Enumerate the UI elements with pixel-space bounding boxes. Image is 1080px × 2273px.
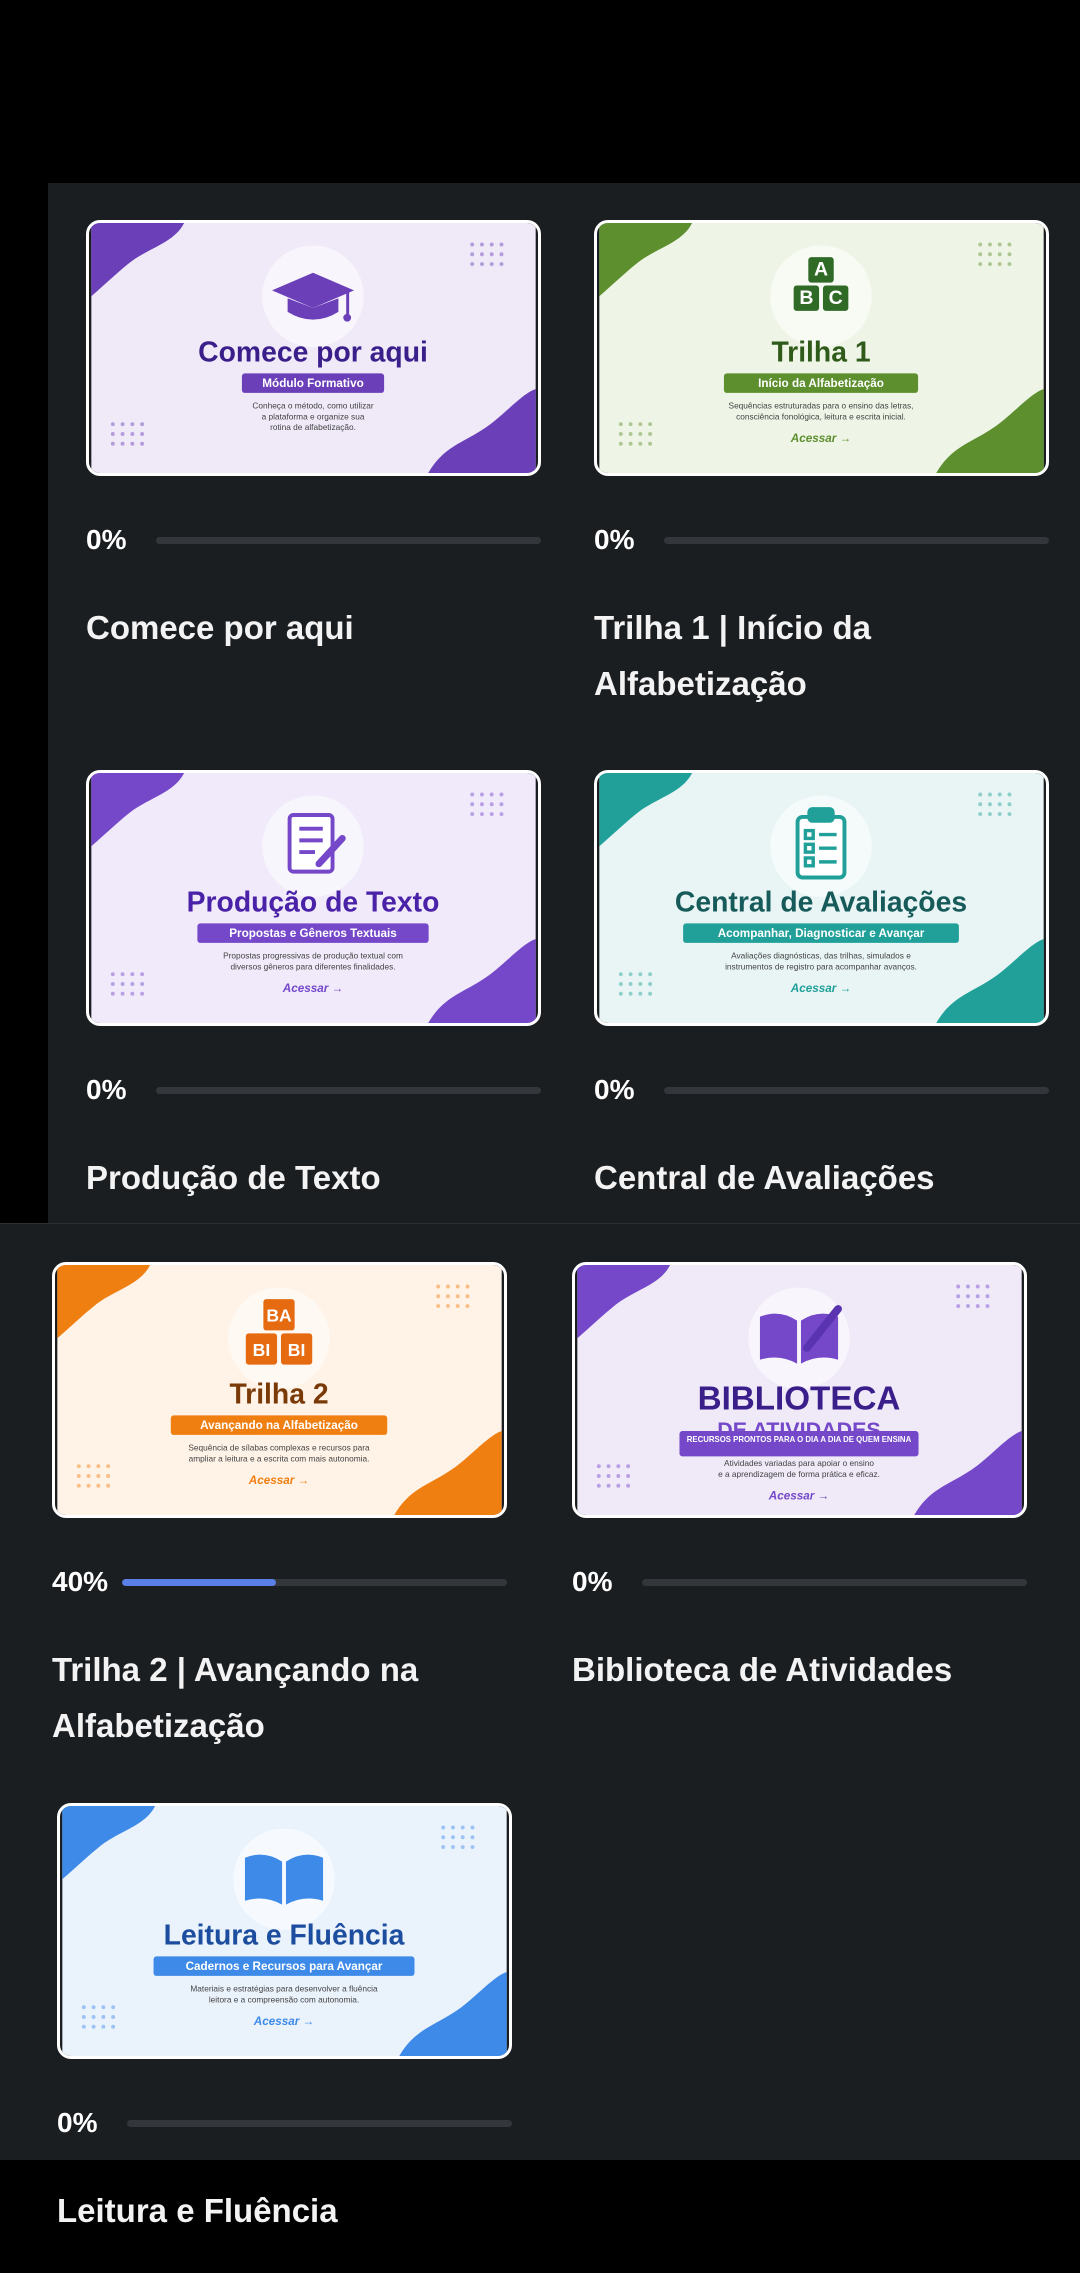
course-card[interactable]: Leitura e Fluência Cadernos e Recursos pa… (57, 1803, 512, 2273)
course-card[interactable]: BA BI BI Trilha 2 Avançando na Alfabetização… (52, 1262, 507, 1744)
progress-bar (156, 536, 541, 544)
thumb-heading: Leitura e Fluência (164, 1920, 405, 1952)
thumb-badge: RECURSOS PRONTOS PARA O DIA A DIA DE QUE… (687, 1435, 912, 1444)
svg-text:BI: BI (288, 1340, 306, 1360)
svg-text:BI: BI (253, 1340, 271, 1360)
thumb-badge: Início da Alfabetização (758, 377, 884, 390)
progress-bar (664, 1086, 1049, 1094)
thumb-heading: Comece por aqui (198, 337, 428, 369)
progress-bar (122, 1578, 507, 1586)
svg-text:B: B (799, 287, 813, 309)
thumb-description: diversos gêneros para diferentes finalid… (230, 961, 395, 971)
thumb-heading: Central de Avaliações (675, 887, 967, 919)
course-title[interactable]: Central de Avaliações (594, 1150, 1049, 1206)
course-title[interactable]: Trilha 2 | Avançando na Alfabetização (52, 1642, 507, 1754)
thumb-badge: Acompanhar, Diagnosticar e Avançar (718, 927, 925, 940)
progress-row: 0% (86, 1070, 541, 1110)
thumb-description: rotina de alfabetização. (270, 422, 356, 432)
progress-percent: 0% (86, 524, 127, 555)
progress-row: 0% (57, 2103, 512, 2143)
course-title[interactable]: Produção de Texto (86, 1150, 541, 1206)
thumb-description: Propostas progressivas de produção textu… (223, 951, 403, 961)
svg-text:BA: BA (266, 1306, 292, 1326)
progress-percent: 40% (52, 1566, 109, 1597)
svg-text:C: C (829, 287, 843, 309)
course-title[interactable]: Biblioteca de Atividades (572, 1642, 1027, 1698)
thumb-heading: Produção de Texto (187, 887, 440, 919)
thumb-description: Sequência de sílabas complexas e recurso… (188, 1443, 370, 1453)
thumb-cta: Acessar → (248, 1474, 310, 1487)
course-thumbnail[interactable]: Leitura e Fluência Cadernos e Recursos pa… (57, 1803, 512, 2059)
progress-row: 40% (52, 1562, 507, 1602)
progress-row: 0% (594, 1070, 1049, 1110)
thumb-description: ampliar a leitura e a escrita com mais a… (189, 1453, 370, 1463)
course-thumbnail[interactable]: Central de Avaliações Acompanhar, Diagnos… (594, 770, 1049, 1026)
thumb-description: leitora e a compreensão com autonomia. (209, 1994, 359, 2004)
progress-percent: 0% (572, 1566, 613, 1597)
course-card[interactable]: A B C Trilha 1 Início da Alfabetização Sequên… (594, 220, 1049, 702)
progress-bar-fill (122, 1578, 276, 1586)
thumb-badge: Cadernos e Recursos para Avançar (186, 1960, 383, 1973)
course-card[interactable]: Comece por aqui Módulo Formativo Conheça o… (86, 220, 541, 690)
progress-row: 0% (86, 520, 541, 560)
thumb-description: Avaliações diagnósticas, das trilhas, si… (731, 951, 911, 961)
progress-percent: 0% (594, 524, 635, 555)
progress-percent: 0% (594, 1074, 635, 1105)
course-thumbnail[interactable]: BIBLIOTECA DE ATIVIDADES RECURSOS PRONTOS … (572, 1262, 1027, 1518)
course-title[interactable]: Leitura e Fluência (57, 2183, 512, 2239)
progress-percent: 0% (86, 1074, 127, 1105)
progress-bar (156, 1086, 541, 1094)
thumb-description: Materiais e estratégias para desenvolver… (190, 1984, 378, 1994)
thumb-heading: BIBLIOTECA (698, 1381, 901, 1418)
course-title[interactable]: Trilha 1 | Início da Alfabetização (594, 600, 1049, 712)
thumb-description: Conheça o método, como utilizar (252, 401, 374, 411)
course-thumbnail[interactable]: Comece por aqui Módulo Formativo Conheça o… (86, 220, 541, 476)
thumb-description: instrumentos de registro para acompanhar… (725, 961, 917, 971)
thumb-cta: Acessar → (282, 982, 344, 995)
thumb-description: a plataforma e organize sua (262, 411, 365, 421)
course-title[interactable]: Comece por aqui (86, 600, 541, 656)
course-card[interactable]: Central de Avaliações Acompanhar, Diagnos… (594, 770, 1049, 1240)
thumb-heading: Trilha 1 (771, 337, 870, 369)
thumb-description: Sequências estruturadas para o ensino da… (729, 401, 914, 411)
progress-bar (127, 2119, 512, 2127)
svg-text:A: A (814, 258, 828, 280)
course-card[interactable]: Produção de Texto Propostas e Gêneros Tex… (86, 770, 541, 1240)
thumb-cta: Acessar → (768, 1489, 830, 1502)
thumb-badge: Módulo Formativo (262, 377, 363, 390)
thumb-heading: Trilha 2 (229, 1379, 328, 1411)
progress-bar (642, 1578, 1027, 1586)
course-thumbnail[interactable]: A B C Trilha 1 Início da Alfabetização Sequên… (594, 220, 1049, 476)
thumb-description: consciência fonológica, leitura e escrit… (736, 411, 906, 421)
thumb-badge: Avançando na Alfabetização (200, 1419, 358, 1432)
thumb-cta: Acessar → (790, 982, 852, 995)
progress-bar (664, 536, 1049, 544)
progress-percent: 0% (57, 2107, 98, 2138)
progress-row: 0% (572, 1562, 1027, 1602)
thumb-badge: Propostas e Gêneros Textuais (229, 927, 397, 940)
thumb-cta: Acessar → (790, 432, 852, 445)
course-card[interactable]: BIBLIOTECA DE ATIVIDADES RECURSOS PRONTOS … (572, 1262, 1027, 1732)
course-thumbnail[interactable]: BA BI BI Trilha 2 Avançando na Alfabetização… (52, 1262, 507, 1518)
thumb-cta: Acessar → (253, 2015, 315, 2028)
course-thumbnail[interactable]: Produção de Texto Propostas e Gêneros Tex… (86, 770, 541, 1026)
progress-row: 0% (594, 520, 1049, 560)
thumb-description: Atividades variadas para apoiar o ensino (724, 1458, 874, 1468)
thumb-description: e a aprendizagem de forma prática e efic… (718, 1469, 880, 1479)
